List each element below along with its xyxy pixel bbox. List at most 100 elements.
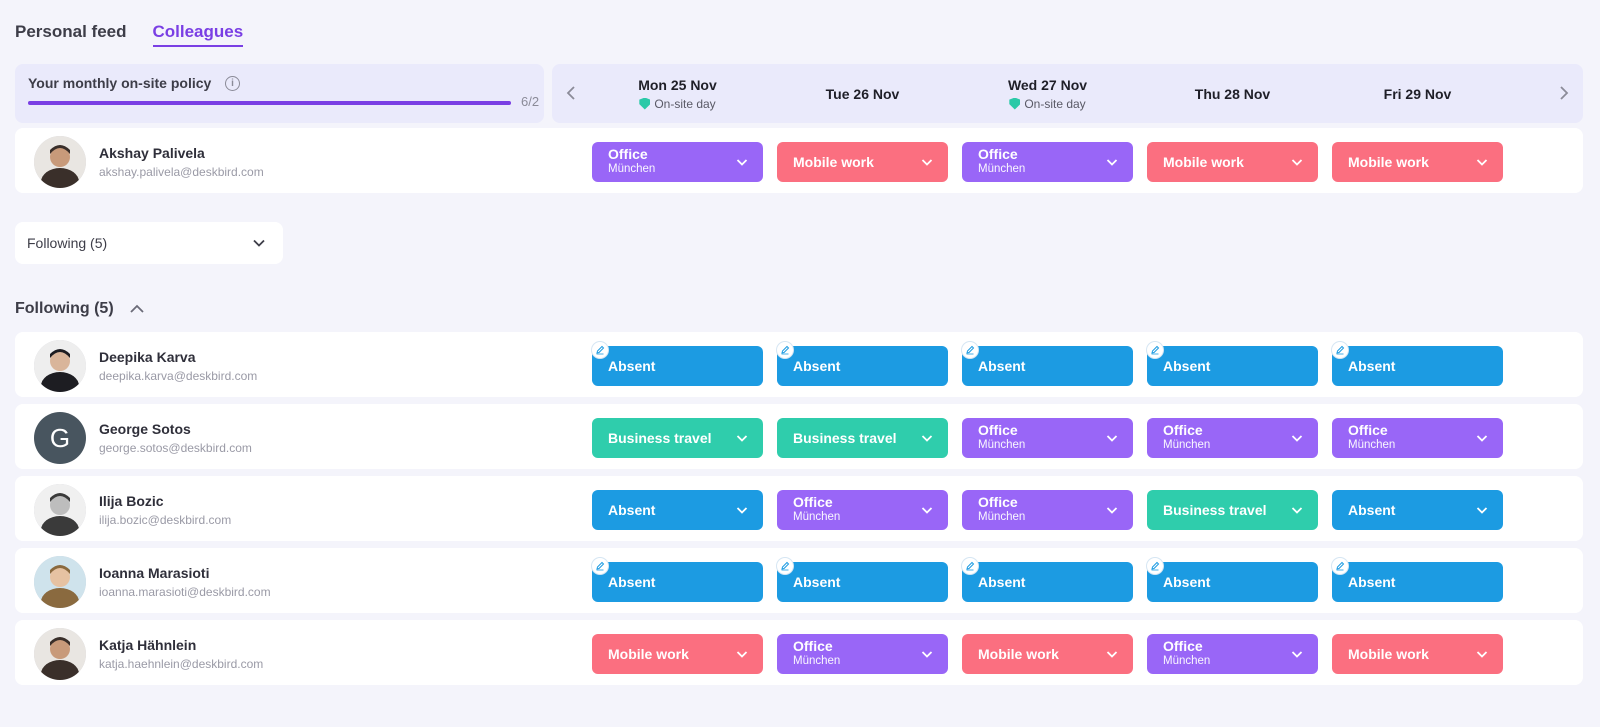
status-dropdown-absent[interactable]: Absent bbox=[1147, 558, 1318, 602]
status-dropdown-travel[interactable]: Business travel bbox=[592, 418, 763, 458]
status-dropdown-absent[interactable]: Absent bbox=[592, 558, 763, 602]
status-label: Absent bbox=[1348, 502, 1396, 518]
day-header-3: Thu 28 Nov bbox=[1147, 64, 1318, 123]
chevron-down-icon bbox=[733, 645, 751, 663]
colleague-row: Ioanna Marasioti ioanna.marasioti@deskbir… bbox=[15, 548, 1583, 613]
status-text: Absent bbox=[608, 574, 655, 590]
status-label: Mobile work bbox=[1163, 154, 1244, 170]
chevron-down-icon bbox=[918, 429, 936, 447]
status-dropdown-office[interactable]: Office München bbox=[1147, 418, 1318, 458]
status-dropdown-absent[interactable]: Absent bbox=[962, 558, 1133, 602]
avatar-photo bbox=[34, 136, 86, 188]
status-text: Absent bbox=[608, 502, 655, 518]
status-label: Mobile work bbox=[978, 646, 1059, 662]
status-dropdown-absent[interactable]: Absent bbox=[1332, 342, 1503, 386]
avatar-photo bbox=[34, 628, 86, 680]
status-dropdown-mobile[interactable]: Mobile work bbox=[592, 634, 763, 674]
chevron-down-icon bbox=[918, 501, 936, 519]
status-dropdown-office[interactable]: Office München bbox=[962, 490, 1133, 530]
status-text: Business travel bbox=[1163, 502, 1267, 518]
status-dropdown-mobile[interactable]: Mobile work bbox=[1332, 634, 1503, 674]
status-dropdown-mobile[interactable]: Mobile work bbox=[777, 142, 948, 182]
next-week-button[interactable] bbox=[1549, 79, 1577, 107]
colleague-row: Deepika Karva deepika.karva@deskbird.com A… bbox=[15, 332, 1583, 397]
chevron-down-icon bbox=[1288, 501, 1306, 519]
info-icon[interactable]: i bbox=[225, 76, 240, 91]
day-header-2: Wed 27 Nov On-site day bbox=[962, 64, 1133, 123]
colleague-row: Katja Hähnlein katja.haehnlein@deskbird.c… bbox=[15, 620, 1583, 685]
chevron-down-icon bbox=[1473, 645, 1491, 663]
status-dropdown-absent[interactable]: Absent bbox=[592, 342, 763, 386]
status-dropdown-mobile[interactable]: Mobile work bbox=[1147, 142, 1318, 182]
status-dropdown-office[interactable]: Office München bbox=[592, 142, 763, 182]
status-dropdown-office[interactable]: Office München bbox=[777, 490, 948, 530]
status-label: Absent bbox=[1348, 574, 1396, 590]
chevron-down-icon bbox=[733, 501, 751, 519]
day-label: Mon 25 Nov bbox=[638, 76, 717, 93]
following-filter-label: Following (5) bbox=[27, 235, 108, 251]
status-dropdown-office[interactable]: Office München bbox=[1147, 634, 1318, 674]
status-text: Mobile work bbox=[978, 646, 1059, 662]
person-name: Katja Hähnlein bbox=[99, 637, 197, 653]
status-label: Business travel bbox=[1163, 502, 1267, 518]
status-text: Absent bbox=[978, 358, 1025, 374]
edited-icon bbox=[592, 558, 608, 574]
colleague-row: Ilija Bozic ilija.bozic@deskbird.com Absen… bbox=[15, 476, 1583, 541]
person-name: Deepika Karva bbox=[99, 349, 196, 365]
chevron-down-icon bbox=[1473, 429, 1491, 447]
chevron-right-icon bbox=[1560, 86, 1569, 100]
status-dropdown-travel[interactable]: Business travel bbox=[777, 418, 948, 458]
status-text: Mobile work bbox=[1348, 154, 1429, 170]
edited-icon bbox=[592, 342, 608, 358]
day-label: Fri 29 Nov bbox=[1383, 85, 1452, 102]
edited-icon bbox=[777, 342, 793, 358]
status-dropdown-travel[interactable]: Business travel bbox=[1147, 490, 1318, 530]
onsite-policy-card: Your monthly on-site policy i 6/2 bbox=[15, 64, 544, 123]
tab-personal-feed[interactable]: Personal feed bbox=[15, 22, 127, 47]
shield-check-icon bbox=[1009, 97, 1021, 110]
status-text: Absent bbox=[608, 358, 655, 374]
status-dropdown-office[interactable]: Office München bbox=[1332, 418, 1503, 458]
day-label: Tue 26 Nov bbox=[825, 85, 900, 102]
status-text: Absent bbox=[1163, 358, 1210, 374]
status-text: Mobile work bbox=[793, 154, 874, 170]
status-text: Absent bbox=[793, 358, 840, 374]
chevron-down-icon bbox=[1288, 645, 1306, 663]
status-dropdown-absent[interactable]: Absent bbox=[777, 558, 948, 602]
chevron-down-icon bbox=[733, 429, 751, 447]
person-email: ioanna.marasioti@deskbird.com bbox=[99, 585, 271, 599]
edited-icon bbox=[1332, 342, 1348, 358]
avatar bbox=[34, 340, 86, 392]
status-label: Absent bbox=[978, 358, 1026, 374]
status-label: Absent bbox=[1163, 358, 1211, 374]
status-dropdown-office[interactable]: Office München bbox=[962, 418, 1133, 458]
status-dropdown-absent[interactable]: Absent bbox=[592, 490, 763, 530]
avatar-photo bbox=[34, 484, 86, 536]
status-text: Absent bbox=[978, 574, 1025, 590]
status-dropdown-office[interactable]: Office München bbox=[962, 142, 1133, 182]
status-dropdown-absent[interactable]: Absent bbox=[1332, 558, 1503, 602]
status-label: Absent bbox=[793, 574, 841, 590]
status-text: Mobile work bbox=[1348, 646, 1429, 662]
chevron-down-icon bbox=[1103, 429, 1121, 447]
status-dropdown-absent[interactable]: Absent bbox=[962, 342, 1133, 386]
week-header: Mon 25 Nov On-site day Tue 26 Nov Wed 27 No… bbox=[552, 64, 1583, 123]
tab-colleagues[interactable]: Colleagues bbox=[152, 22, 244, 47]
feed-tabs: Personal feed Colleagues bbox=[15, 22, 244, 47]
day-header-1: Tue 26 Nov bbox=[777, 64, 948, 123]
status-dropdown-mobile[interactable]: Mobile work bbox=[962, 634, 1133, 674]
person-email: ilija.bozic@deskbird.com bbox=[99, 513, 232, 527]
person-name: Ioanna Marasioti bbox=[99, 565, 210, 581]
following-filter-dropdown[interactable]: Following (5) bbox=[15, 222, 283, 264]
day-label: Thu 28 Nov bbox=[1194, 85, 1271, 102]
chevron-up-icon[interactable] bbox=[128, 300, 146, 318]
status-dropdown-absent[interactable]: Absent bbox=[1147, 342, 1318, 386]
status-dropdown-absent[interactable]: Absent bbox=[1332, 490, 1503, 530]
previous-week-button[interactable] bbox=[558, 79, 586, 107]
status-dropdown-office[interactable]: Office München bbox=[777, 634, 948, 674]
onsite-day-badge: On-site day bbox=[1009, 97, 1086, 111]
person-name: Ilija Bozic bbox=[99, 493, 164, 509]
status-dropdown-absent[interactable]: Absent bbox=[777, 342, 948, 386]
onsite-day-label: On-site day bbox=[654, 96, 716, 111]
status-dropdown-mobile[interactable]: Mobile work bbox=[1332, 142, 1503, 182]
